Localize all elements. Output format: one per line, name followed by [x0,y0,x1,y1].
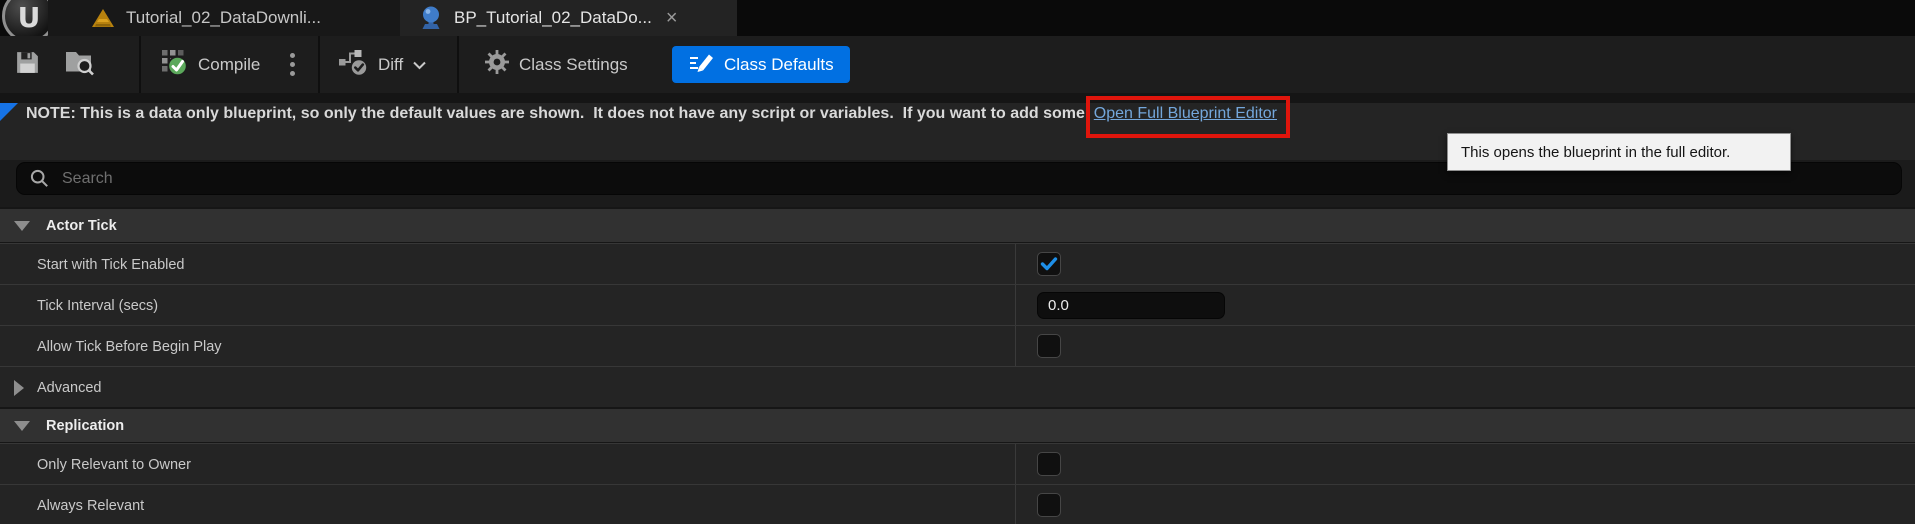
collapse-arrow-icon [14,220,30,231]
column-splitter[interactable] [1015,244,1016,284]
close-icon[interactable]: × [666,8,678,28]
tab-bar: U Tutorial_02_DataDownli... BP_Tutorial_… [0,0,1915,36]
property-row-allow-tick-before-begin-play: Allow Tick Before Begin Play [0,325,1915,366]
toolbar-separator [318,36,320,93]
pencil-icon [688,51,715,79]
chevron-down-icon [412,55,427,75]
class-defaults-button[interactable]: Class Defaults [672,46,850,83]
level-icon [90,7,116,29]
tab-label: BP_Tutorial_02_DataDo... [454,8,652,27]
panel-focus-corner-icon [0,103,18,121]
diff-button[interactable]: Diff [338,36,427,93]
note-text: NOTE: This is a data only blueprint, so … [26,105,1094,122]
toolbar: Compile Diff Class Settings Class Defaul… [0,36,1915,93]
tooltip: This opens the blueprint in the full edi… [1447,133,1791,171]
property-row-always-relevant: Always Relevant [0,484,1915,524]
kebab-menu-icon [290,53,295,76]
property-label: Always Relevant [37,497,145,514]
tab-level[interactable]: Tutorial_02_DataDownli... [48,0,400,36]
toolbar-separator [139,36,141,93]
open-full-blueprint-editor-link[interactable]: Open Full Blueprint Editor [1094,105,1277,122]
compile-icon [160,48,189,82]
property-label: Start with Tick Enabled [37,256,185,273]
tab-blueprint-active[interactable]: BP_Tutorial_02_DataDo... × [400,0,737,36]
tick-interval-input[interactable] [1037,292,1225,319]
expand-arrow-icon [14,380,24,396]
toolbar-separator [457,36,459,93]
property-row-tick-interval: Tick Interval (secs) [0,284,1915,325]
search-input[interactable] [62,169,1901,188]
blueprint-icon [420,5,444,31]
collapse-arrow-icon [14,420,30,431]
blueprint-editor-window: U Tutorial_02_DataDownli... BP_Tutorial_… [0,0,1915,524]
checkbox-checked[interactable] [1037,252,1061,276]
property-row-start-with-tick-enabled: Start with Tick Enabled [0,243,1915,284]
diff-label: Diff [378,54,404,74]
property-label: Allow Tick Before Begin Play [37,338,222,355]
diff-icon [338,49,369,81]
property-row-only-relevant-to-owner: Only Relevant to Owner [0,443,1915,484]
column-splitter[interactable] [1015,485,1016,524]
checkbox-unchecked[interactable] [1037,334,1061,358]
browse-button[interactable] [64,36,95,93]
compile-label: Compile [198,54,261,74]
check-icon [1040,257,1058,271]
class-defaults-label: Class Defaults [724,54,834,74]
compile-options-button[interactable] [290,36,295,93]
tab-label: Tutorial_02_DataDownli... [126,8,321,27]
advanced-expander-row[interactable]: Advanced [0,366,1915,407]
save-icon [14,49,41,81]
save-button[interactable] [14,36,41,93]
gear-icon [484,49,510,80]
property-label: Only Relevant to Owner [37,456,191,473]
property-label: Tick Interval (secs) [37,297,159,314]
checkbox-unchecked[interactable] [1037,452,1061,476]
section-label: Replication [46,417,125,434]
search-icon [30,169,48,187]
section-label: Actor Tick [46,217,117,234]
tooltip-text: This opens the blueprint in the full edi… [1461,143,1731,161]
section-header-actor-tick[interactable]: Actor Tick [0,207,1915,243]
checkbox-unchecked[interactable] [1037,493,1061,517]
compile-button[interactable]: Compile [160,36,260,93]
column-splitter[interactable] [1015,326,1016,366]
find-in-content-browser-icon [64,48,95,81]
class-settings-button[interactable]: Class Settings [484,36,628,93]
class-settings-label: Class Settings [519,54,628,74]
section-header-replication[interactable]: Replication [0,407,1915,443]
column-splitter[interactable] [1015,285,1016,325]
column-splitter[interactable] [1015,444,1016,484]
expander-label: Advanced [37,379,102,396]
